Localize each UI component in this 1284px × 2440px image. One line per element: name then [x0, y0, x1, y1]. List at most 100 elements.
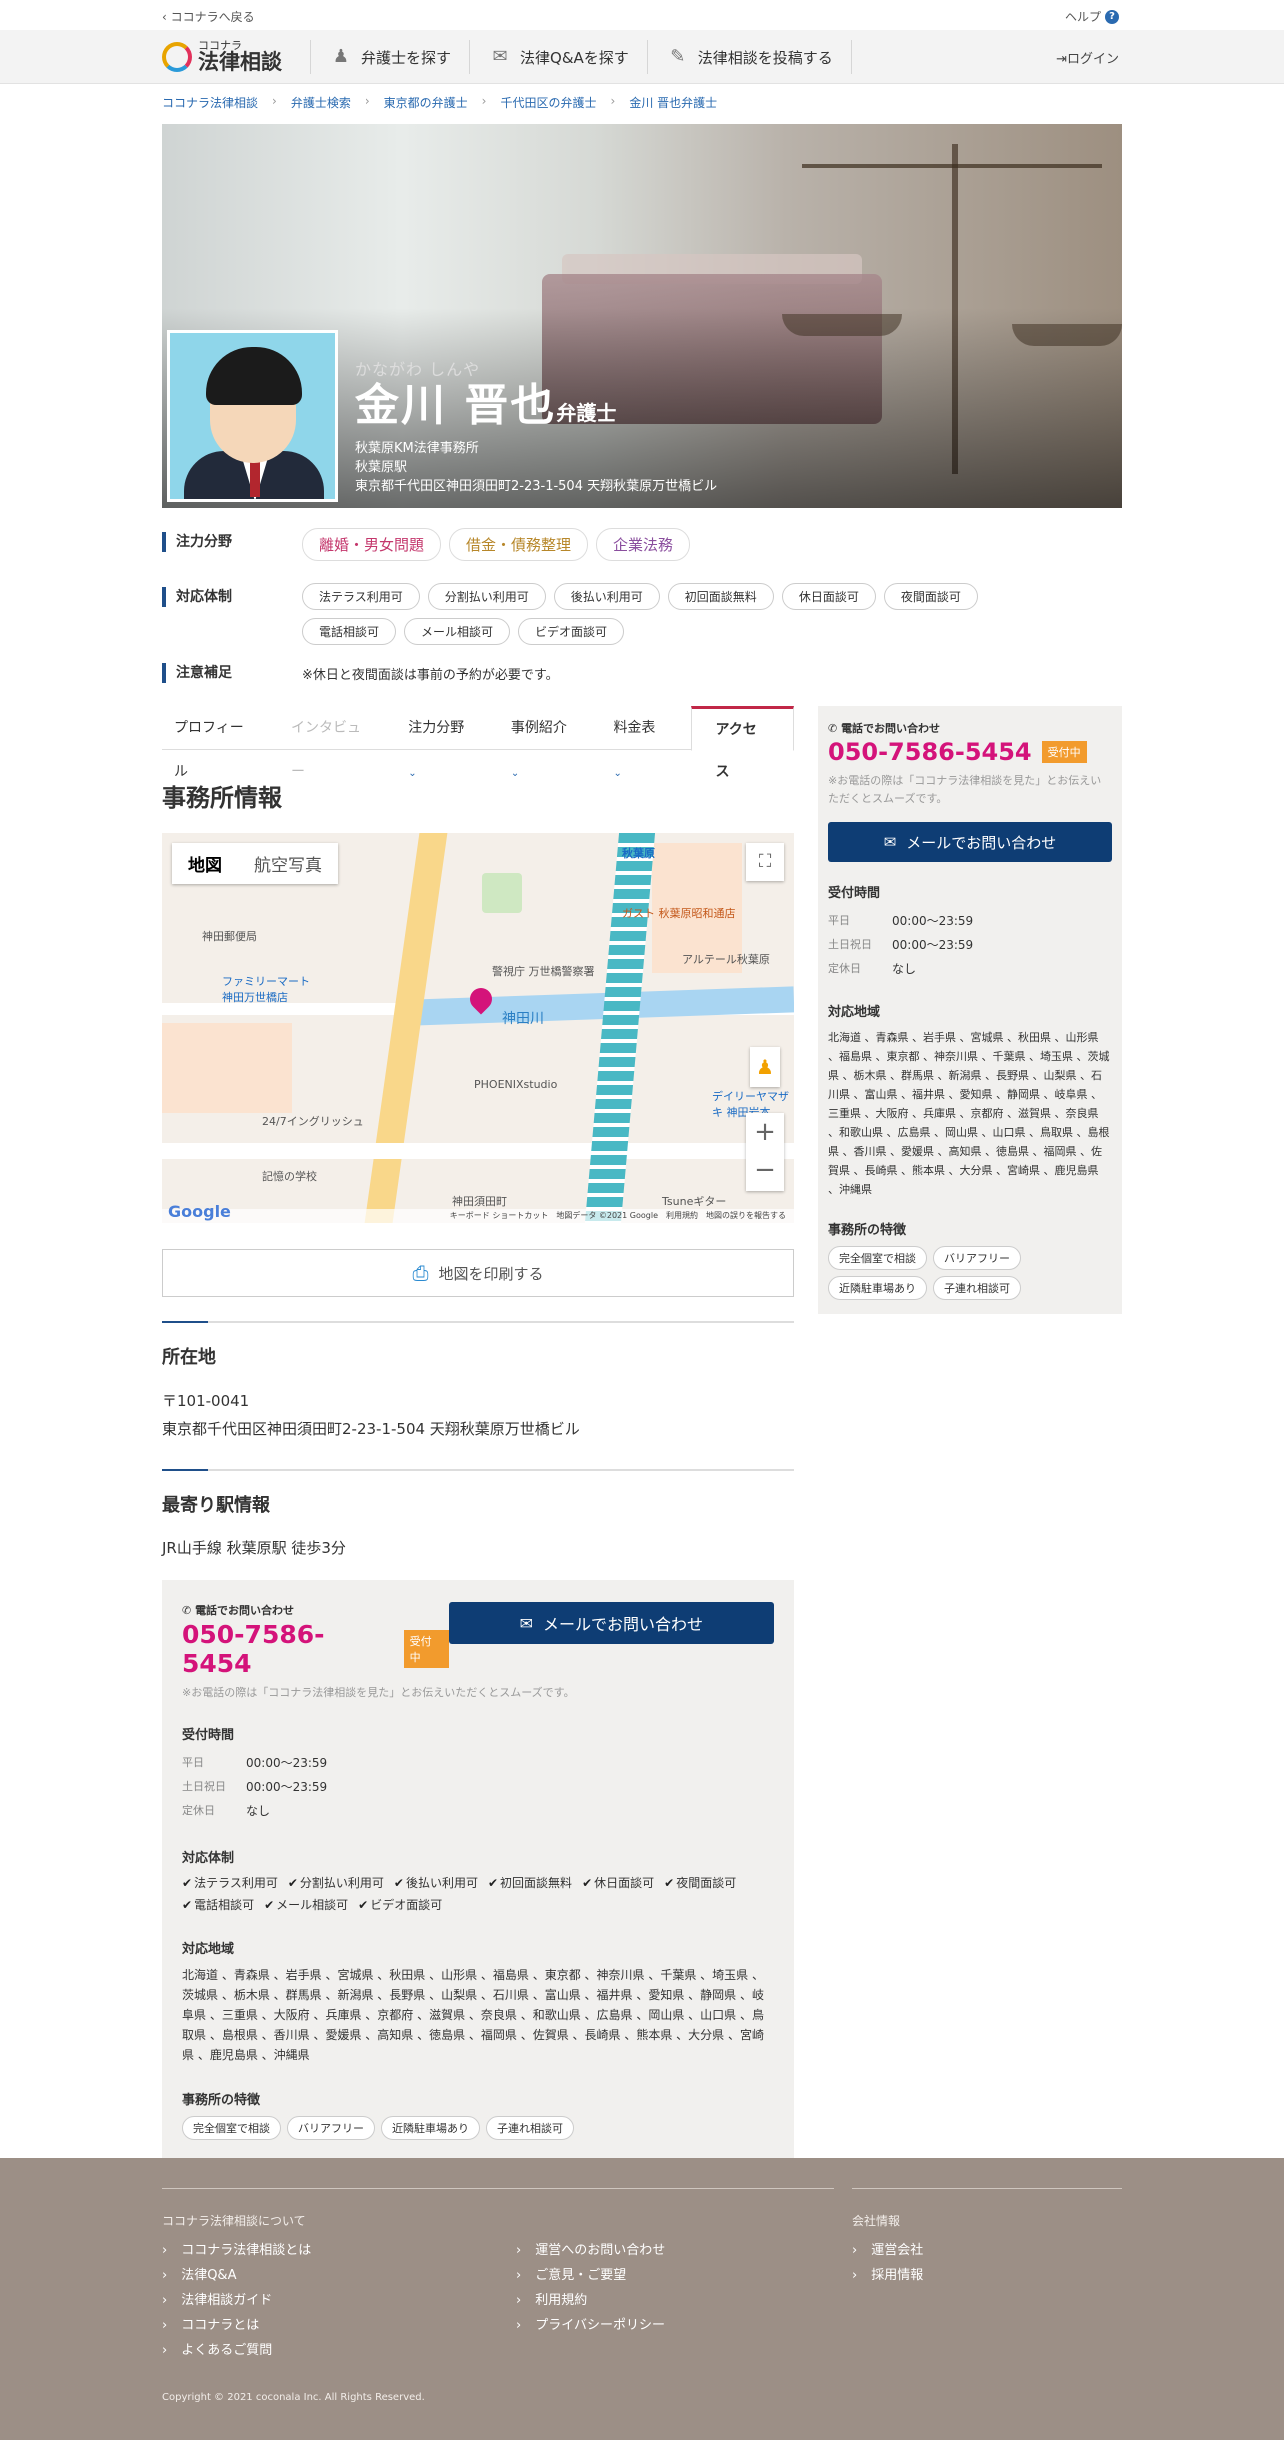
top-bar: ‹ ココナラへ戻る ヘルプ? [0, 0, 1284, 30]
footer-link[interactable]: ココナラとは [181, 2318, 259, 2333]
street-view-pegman-icon[interactable]: ♟ [750, 1047, 780, 1087]
nav-find-lawyer[interactable]: ♟ 弁護士を探す [310, 40, 469, 74]
support-chip: ビデオ面談可 [518, 618, 625, 645]
zoom-in-icon[interactable]: + [746, 1113, 784, 1151]
help-link[interactable]: ヘルプ? [1065, 8, 1119, 25]
chevron-right-icon: › [610, 94, 616, 108]
specialty-chip[interactable]: 借金・債務整理 [449, 528, 589, 561]
caricature-tie [250, 457, 260, 497]
support-check-item: ビデオ面談可 [358, 1896, 442, 1914]
specialty-chip[interactable]: 離婚・男女問題 [302, 528, 442, 561]
hours-row: 平日 00:00〜23:59 [828, 909, 1112, 933]
tab-cases[interactable]: 事例紹介 ⌄ [499, 706, 590, 779]
support-chip: 夜間面談可 [883, 583, 978, 610]
area-title: 対応地域 [828, 1005, 881, 1020]
map-label: PHOENIXstudio [474, 1078, 558, 1091]
footer-link[interactable]: 利用規約 [535, 2293, 587, 2308]
nav-find-qa[interactable]: ✉ 法律Q&Aを探す [469, 40, 647, 74]
map-type-switcher: 地図 航空写真 [172, 843, 338, 884]
map-tab-map[interactable]: 地図 [172, 843, 238, 884]
lawyer-icon: ♟ [332, 46, 350, 67]
breadcrumb: ココナラ法律相談 › 弁護士検索 › 東京都の弁護士 › 千代田区の弁護士 › 金川 晋… [162, 94, 717, 111]
footer-col-1: ココナラ法律相談とは 法律Q&A 法律相談ガイド ココナラとは よくあるご質問 [162, 2238, 311, 2363]
footer-about-heading: ココナラ法律相談について [162, 2214, 306, 2228]
support-chip: 休日面談可 [781, 583, 876, 610]
footer-link[interactable]: 運営へのお問い合わせ [535, 2243, 665, 2258]
tab-specialty[interactable]: 注力分野 ⌄ [396, 706, 487, 779]
breadcrumb-item[interactable]: 金川 晋也弁護士 [629, 94, 717, 111]
mail-inquiry-button[interactable]: ✉ メールでお問い合わせ [828, 822, 1112, 862]
support-check-item: メール相談可 [264, 1896, 348, 1914]
map-attribution[interactable]: キーボード ショートカット 地図データ ©2021 Google 利用規約 地図… [162, 1209, 794, 1223]
tel-label-text: 電話でお問い合わせ [841, 722, 941, 735]
footer-link[interactable]: 法律相談ガイド [181, 2293, 272, 2308]
tab-profile[interactable]: プロフィール [162, 706, 267, 780]
contact-sidebar: ✆ 電話でお問い合わせ 050-7586-5454 受付中 ※お電話の際は「ココナ… [818, 706, 1122, 1314]
login-link[interactable]: ⇥ログイン [1056, 48, 1119, 67]
map-park [482, 873, 522, 913]
fullscreen-icon[interactable]: ⛶ [746, 843, 784, 881]
nav-post-consultation-label: 法律相談を投稿する [697, 48, 833, 67]
footer-col-3: 運営会社 採用情報 [852, 2238, 923, 2288]
footer-link[interactable]: ココナラ法律相談とは [181, 2243, 311, 2258]
tab-interview: インタビュー [279, 706, 384, 780]
breadcrumb-item[interactable]: 千代田区の弁護士 [500, 94, 596, 111]
section-title: 事務所情報 [162, 784, 282, 812]
lawyer-name-text: 金川 晋也 [355, 380, 557, 431]
map-label: 24/7イングリッシュ [262, 1115, 364, 1128]
office-address: 東京都千代田区神田須田町2-23-1-504 天翔秋葉原万世橋ビル [355, 479, 718, 494]
footer-link[interactable]: ご意見・ご要望 [535, 2268, 626, 2283]
footer-link[interactable]: プライバシーポリシー [535, 2318, 665, 2333]
support-chip: 電話相談可 [302, 618, 397, 645]
hours-row: 土日祝日 00:00〜23:59 [182, 1775, 774, 1799]
map-tab-satellite[interactable]: 航空写真 [238, 843, 338, 884]
station-info: JR山手線 秋葉原駅 徒歩3分 [162, 1539, 346, 1557]
hours-row: 土日祝日 00:00〜23:59 [828, 933, 1112, 957]
hours-title: 受付時間 [828, 886, 881, 901]
breadcrumb-item[interactable]: 弁護士検索 [291, 94, 351, 111]
hours-title: 受付時間 [182, 1728, 235, 1743]
hours-key: 定休日 [182, 1804, 215, 1817]
tel-number-row: 050-7586-5454 受付中 [828, 738, 1112, 766]
google-map[interactable]: 秋葉原 神田郵便局 ファミリーマート 神田万世橋店 警視庁 万世橋警察署 神田川… [162, 833, 794, 1223]
tab-specialty-label: 注力分野 [408, 720, 465, 736]
mail-inquiry-label: メールでお問い合わせ [543, 1615, 704, 1634]
back-to-coconala-link[interactable]: ‹ ココナラへ戻る [162, 8, 255, 25]
footer-link[interactable]: 運営会社 [871, 2243, 923, 2258]
google-logo: Google [168, 1202, 231, 1221]
map-label: アルテール秋葉原 [682, 953, 770, 966]
map-label: Tsuneギター [662, 1195, 727, 1208]
feature-chip: バリアフリー [933, 1246, 1021, 1270]
feature-title: 事務所の特徴 [182, 2093, 261, 2108]
area-title: 対応地域 [182, 1942, 235, 1957]
back-link-label: ココナラへ戻る [170, 10, 255, 24]
nav-post-consultation[interactable]: ✎ 法律相談を投稿する [646, 40, 852, 74]
lawyer-name: 金川 晋也弁護士 [355, 380, 717, 439]
nearest-station: 秋葉原駅 [355, 460, 408, 475]
support-check-item: 初回面談無料 [488, 1874, 572, 1892]
zoom-out-icon[interactable]: − [746, 1151, 784, 1189]
footer-link[interactable]: 法律Q&A [181, 2268, 236, 2283]
specialty-chip[interactable]: 企業法務 [596, 528, 691, 561]
address-title: 所在地 [162, 1347, 216, 1368]
tel-number-link[interactable]: 050-7586-5454 [182, 1620, 394, 1678]
footer-link[interactable]: よくあるご質問 [181, 2343, 272, 2358]
status-badge: 受付中 [403, 1630, 449, 1668]
tel-label: ✆ 電話でお問い合わせ [828, 720, 1112, 736]
breadcrumb-item[interactable]: 東京都の弁護士 [384, 94, 468, 111]
profile-hero: かながわ しんや 金川 晋也弁護士 秋葉原KM法律事務所 秋葉原駅 東京都千代田… [162, 124, 1122, 508]
footer-link[interactable]: 採用情報 [871, 2268, 923, 2283]
chevron-right-icon: › [481, 94, 487, 108]
print-map-button[interactable]: ⎙ 地図を印刷する [162, 1249, 794, 1297]
feature-chip: 子連れ相談可 [486, 2116, 574, 2140]
specialty-row: 注力分野 離婚・男女問題 借金・債務整理 企業法務 [162, 528, 1122, 561]
tab-fees[interactable]: 料金表 ⌄ [601, 706, 678, 779]
post-icon: ✎ [670, 46, 686, 67]
breadcrumb-item[interactable]: ココナラ法律相談 [162, 94, 258, 111]
site-logo[interactable]: ココナラ 法律相談 [162, 40, 282, 74]
mail-inquiry-button[interactable]: ✉ メールでお問い合わせ [448, 1602, 774, 1644]
footer-company-heading: 会社情報 [852, 2214, 901, 2228]
tab-access[interactable]: アクセス [690, 706, 794, 780]
copyright: Copyright © 2021 coconala Inc. All Right… [162, 2392, 425, 2403]
tel-number-link[interactable]: 050-7586-5454 [828, 738, 1032, 766]
